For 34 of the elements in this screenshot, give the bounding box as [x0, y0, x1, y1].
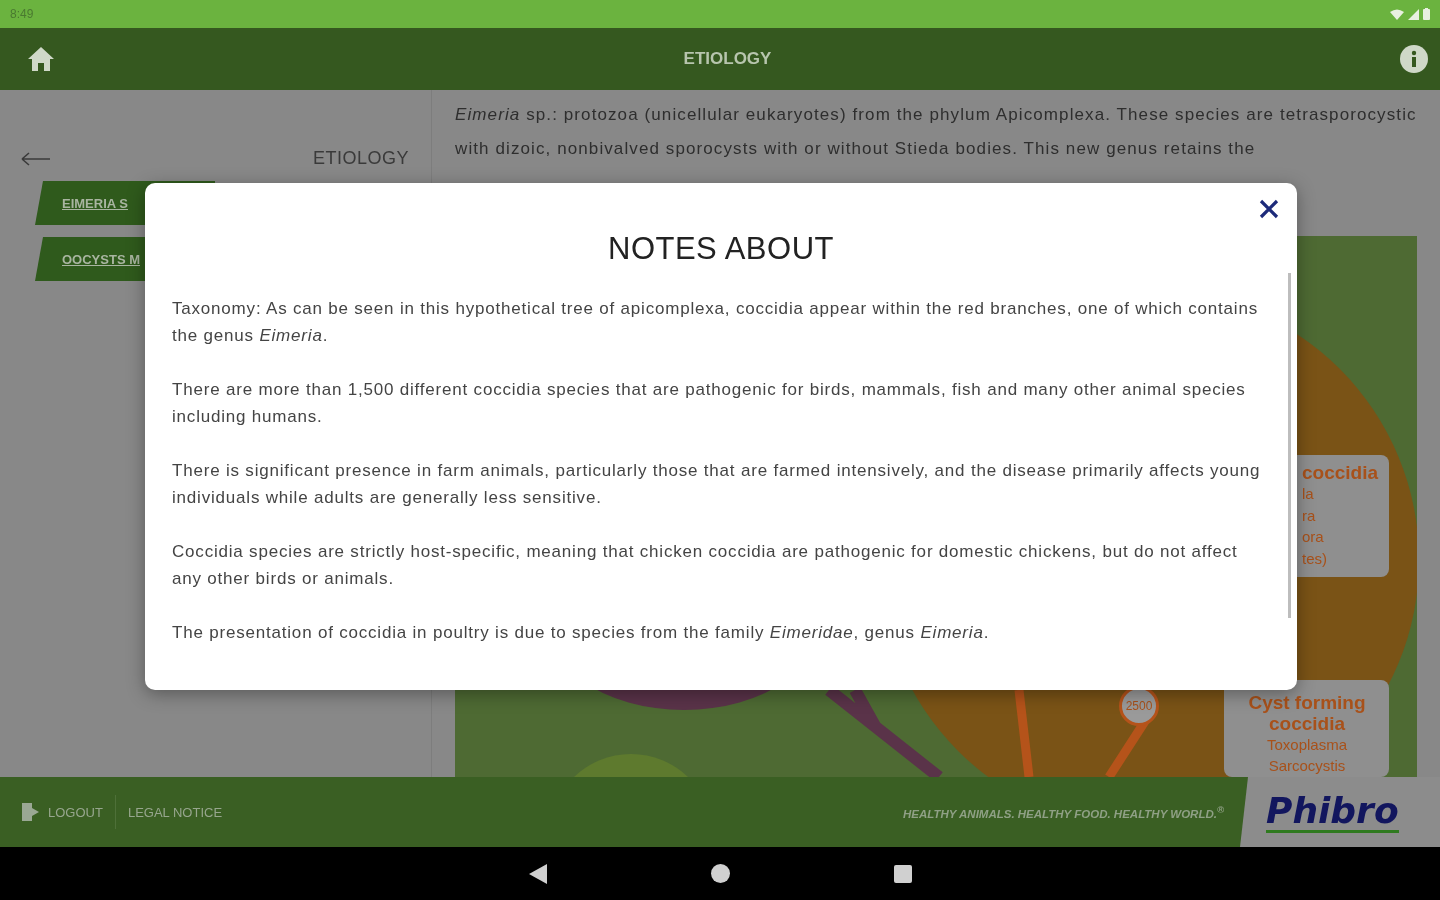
company-logo: Phibro — [1266, 791, 1399, 833]
scrollbar[interactable] — [1288, 273, 1291, 618]
group-item: ora — [1302, 527, 1324, 547]
group-item: Toxoplasma — [1266, 735, 1347, 755]
status-time: 8:49 — [10, 7, 34, 21]
info-icon[interactable] — [1400, 45, 1428, 73]
home-icon[interactable] — [27, 46, 55, 72]
group-title: Cyst forming coccidia — [1247, 692, 1367, 734]
back-arrow-icon[interactable] — [21, 151, 51, 166]
slogan-text: HEALTHY ANIMALS. HEALTHY FOOD. HEALTHY WORLD.$^{®}$ — [903, 804, 1224, 820]
section-heading: ETIOLOGY — [312, 148, 409, 169]
wifi-icon — [1390, 8, 1404, 20]
note-paragraph: There are more than 1,500 different coccidia species that are pathogenic for birds, mammals, fish and many other animal species including humans. — [172, 379, 1247, 428]
battery-icon — [1423, 8, 1430, 20]
note-paragraph: There is significant presence in farm animals, particularly those that are farmed intensively, and the disease primarily affects young individuals while adults are generally less sensitive. — [172, 460, 1262, 509]
dialog-title: NOTES ABOUT — [607, 231, 835, 267]
group-title: coccidia — [1302, 462, 1379, 483]
close-icon[interactable] — [1257, 197, 1281, 221]
recents-icon[interactable] — [893, 864, 912, 883]
logout-icon[interactable] — [20, 802, 40, 822]
home-button-icon[interactable] — [710, 864, 730, 883]
group-item: Sarcocystis — [1268, 756, 1346, 776]
group-item: la — [1302, 484, 1314, 504]
description-text: Eimeria sp.: protozoa (unicellular eukaryotes) from the phylum Apicomplexa. These species are tetrasporocystic with dizoic, nonbivalved sporocysts with or without Stieda bodies. This new genus retains the — [455, 104, 1418, 160]
app-title: ETIOLOGY — [683, 49, 772, 69]
footer-link[interactable]: LOGOUT — [48, 804, 103, 820]
group-item: ra — [1302, 505, 1316, 526]
note-paragraph: Taxonomy: As can be seen in this hypothetical tree of apicomplexa, coccidia appear within the red branches, one of which contains the genus Eimeria. — [172, 298, 1259, 347]
note-paragraph: The presentation of coccidia in poultry is due to species from the family Eimeridae, genus Eimeria. — [172, 622, 991, 644]
note-paragraph: Coccidia species are strictly host-specific, meaning that chicken coccidia are pathogenic for domestic chickens, but do not affect any other birds or animals. — [172, 541, 1239, 590]
back-icon[interactable] — [528, 863, 547, 884]
signal-icon — [1408, 8, 1419, 20]
footer-link[interactable]: LEGAL NOTICE — [127, 804, 223, 820]
group-item: tes) — [1302, 548, 1327, 569]
